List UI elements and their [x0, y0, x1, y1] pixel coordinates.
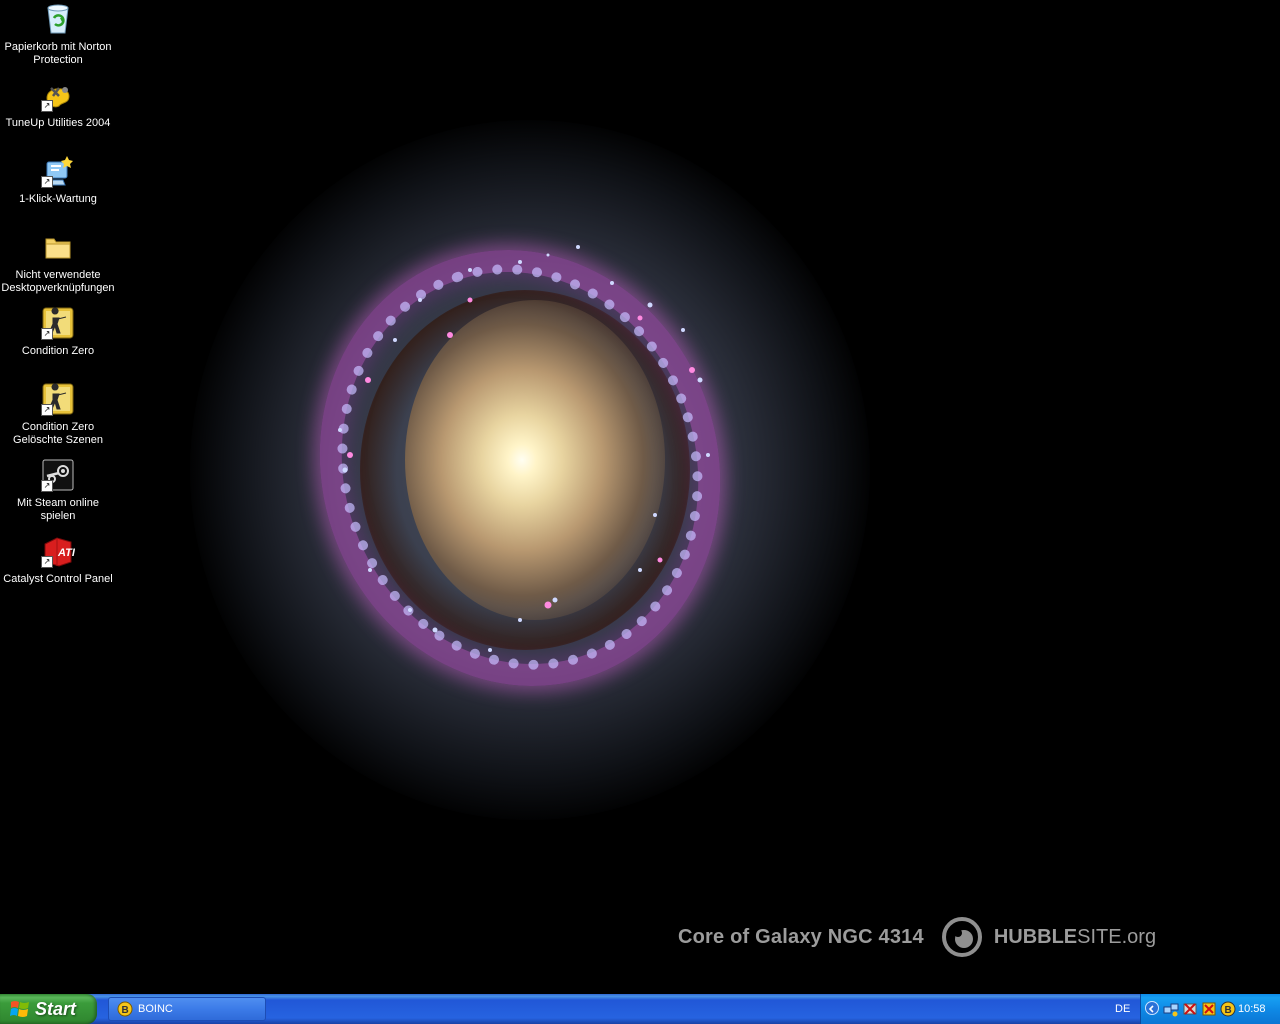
taskbar-button-boinc[interactable]: B BOINC	[108, 997, 266, 1021]
svg-text:B: B	[1225, 1005, 1232, 1016]
svg-text:ATI: ATI	[57, 547, 75, 559]
desktop-icon-label: Nicht verwendete Desktopverknüpfungen	[0, 269, 116, 295]
shortcut-arrow-icon: ↗	[41, 100, 53, 112]
shortcut-arrow-icon: ↗	[41, 404, 53, 416]
label-line: Mit Steam online	[17, 497, 99, 509]
label-line: Catalyst Control Panel	[3, 573, 113, 585]
label-line: Gelöschte Szenen	[13, 434, 103, 446]
desktop-icon-condition-zero[interactable]: ↗ Condition Zero	[0, 306, 116, 358]
desktop-icon-steam[interactable]: ↗ Mit Steam online spielen	[0, 458, 116, 523]
boinc-icon: B	[117, 1001, 133, 1017]
condition-zero-icon: ↗	[41, 306, 75, 340]
shortcut-arrow-icon: ↗	[41, 556, 53, 568]
start-label: Start	[35, 998, 77, 1019]
condition-zero-icon: ↗	[41, 382, 75, 416]
language-indicator[interactable]: DE	[1115, 1003, 1130, 1015]
taskbar-button-label: BOINC	[138, 1003, 173, 1015]
ati-icon: ATI ↗	[41, 534, 76, 568]
label-line: spielen	[40, 510, 76, 522]
hubblesite-brand-light: SITE.org	[1077, 925, 1157, 948]
desktop-icon-label: TuneUp Utilities 2004	[0, 117, 116, 130]
shortcut-arrow-icon: ↗	[41, 328, 53, 340]
desktop-icon-condition-zero-deleted[interactable]: ↗ Condition Zero Gelöschte Szenen	[0, 382, 116, 447]
boinc-icon[interactable]: B	[1220, 1001, 1236, 1017]
desktop-icon-label: Condition Zero Gelöschte Szenen	[0, 421, 116, 447]
desktop-icon-label: Catalyst Control Panel	[0, 573, 116, 586]
show-hidden-icons-button[interactable]	[1145, 1001, 1159, 1015]
folder-icon	[41, 230, 75, 264]
galaxy-stars	[338, 245, 710, 652]
label-line: Condition Zero	[21, 421, 95, 433]
label-line: Desktopverknüpfungen	[1, 282, 115, 294]
hubblesite-brand: HUBBLESITE.org	[994, 926, 1156, 949]
desktop-wallpaper: Core of Galaxy NGC 4314 HUBBLESITE.org	[0, 0, 1280, 994]
desktop-icon-catalyst[interactable]: ATI ↗ Catalyst Control Panel	[0, 534, 116, 586]
label-line: Nicht verwendete	[15, 269, 101, 281]
shortcut-arrow-icon: ↗	[41, 176, 53, 188]
label-line: Protection	[33, 54, 83, 66]
tuneup-icon: ↗	[41, 78, 75, 112]
label-line: Condition Zero	[21, 345, 95, 357]
steam-icon: ↗	[41, 458, 75, 492]
desktop-icon-label: Condition Zero	[0, 345, 116, 358]
wallpaper-caption-title: Core of Galaxy NGC 4314	[678, 925, 924, 948]
start-button[interactable]: Start	[0, 994, 97, 1024]
shortcut-arrow-icon: ↗	[41, 480, 53, 492]
desktop-icon-label: Mit Steam online spielen	[0, 497, 116, 523]
hubblesite-brand-bold: HUBBLE	[993, 925, 1078, 948]
desktop-icon-label: 1-Klick-Wartung	[0, 193, 116, 206]
hubblesite-logo-icon	[941, 917, 982, 957]
clock[interactable]: 10:58	[1238, 1003, 1266, 1015]
windows-logo-icon	[10, 1001, 29, 1017]
label-line: Papierkorb mit Norton	[4, 41, 112, 53]
desktop-icon-one-click[interactable]: ↗ 1-Klick-Wartung	[0, 154, 116, 206]
desktop-icon-unused-shortcuts[interactable]: Nicht verwendete Desktopverknüpfungen	[0, 230, 116, 295]
norton-icon[interactable]	[1182, 1001, 1198, 1017]
recycle-bin-icon	[41, 2, 75, 36]
maintenance-icon: ↗	[41, 154, 75, 188]
antivirus-icon[interactable]	[1201, 1001, 1217, 1017]
network-icon[interactable]	[1163, 1001, 1179, 1017]
desktop-icon-tuneup[interactable]: ↗ TuneUp Utilities 2004	[0, 78, 116, 130]
label-line: TuneUp Utilities 2004	[5, 117, 111, 129]
desktop-icon-recycle-bin[interactable]: Papierkorb mit Norton Protection	[0, 2, 116, 67]
desktop-icon-label: Papierkorb mit Norton Protection	[0, 41, 116, 67]
label-line: 1-Klick-Wartung	[19, 193, 97, 205]
svg-text:B: B	[122, 1005, 129, 1016]
chevron-left-icon	[1148, 1005, 1154, 1013]
taskbar: Start B BOINC DE B 10:58	[0, 994, 1280, 1024]
wallpaper-caption: Core of Galaxy NGC 4314 HUBBLESITE.org	[678, 917, 1156, 957]
